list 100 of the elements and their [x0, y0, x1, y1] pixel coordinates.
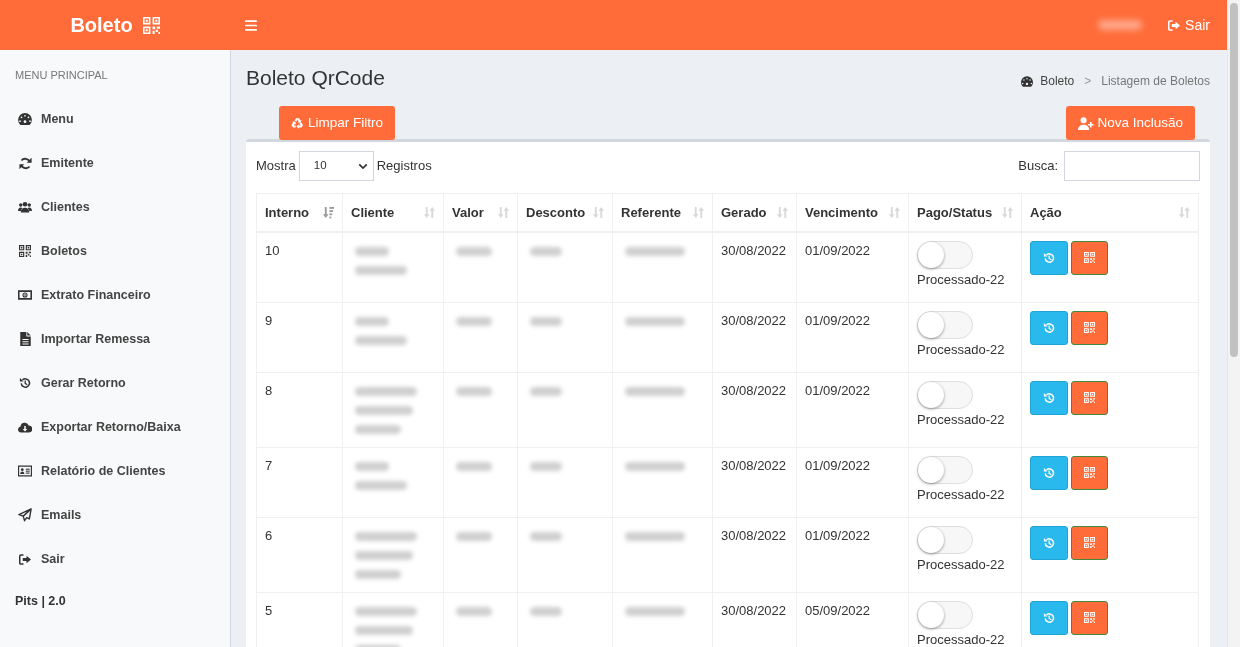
breadcrumb-current: Listagem de Boletos [1101, 73, 1210, 90]
qr-code-icon [1084, 612, 1095, 623]
history-icon [1043, 611, 1055, 624]
document-icon [19, 332, 31, 346]
table-cell: 30/08/2022 [712, 517, 797, 592]
sidebar-item[interactable]: Relatório de Clientes [0, 449, 230, 493]
status-text: Processado-22 [917, 411, 1006, 428]
column-header[interactable]: Interno [256, 193, 343, 232]
paper-plane-icon [18, 508, 32, 522]
history-button[interactable] [1030, 240, 1068, 275]
column-header[interactable]: Desconto [517, 193, 613, 232]
table-cell: 5 [256, 592, 343, 647]
history-button[interactable] [1030, 455, 1068, 490]
gauge-icon [1021, 75, 1034, 87]
status-text: Processado-22 [917, 486, 1006, 503]
column-header[interactable]: Pago/Status [908, 193, 1022, 232]
sidebar-item[interactable]: Importar Remessa [0, 317, 230, 361]
column-header[interactable]: Referente [612, 193, 713, 232]
table-cell: 30/08/2022 [712, 231, 797, 302]
qr-code-icon [1084, 392, 1095, 403]
sidebar-item[interactable]: Emitente [0, 141, 230, 185]
qr-code-button[interactable] [1071, 525, 1108, 560]
table-cell: 7 [256, 447, 343, 517]
page-size-select[interactable]: 10 [298, 151, 374, 181]
toggle-switch[interactable] [917, 240, 973, 269]
search-label: Busca: [1018, 157, 1058, 176]
sidebar-item[interactable]: Gerar Retorno [0, 361, 230, 405]
history-button[interactable] [1030, 600, 1068, 635]
column-header[interactable]: Gerado [712, 193, 797, 232]
history-icon [1043, 466, 1055, 479]
table-cell: 01/09/2022 [796, 447, 909, 517]
sidebar-item[interactable]: Emails [0, 493, 230, 537]
qr-code-icon [142, 16, 160, 34]
section-heading: MENU PRINCIPAL [15, 69, 108, 81]
gauge-icon [18, 113, 32, 125]
qr-code-icon [19, 245, 31, 257]
toggle-switch[interactable] [917, 525, 973, 554]
table-cell: 01/09/2022 [796, 231, 909, 302]
status-text: Processado-22 [917, 341, 1006, 358]
menu-button[interactable] [245, 19, 257, 31]
sidebar-item[interactable]: Clientes [0, 185, 230, 229]
history-icon [19, 377, 31, 389]
qr-code-button[interactable] [1071, 310, 1108, 345]
column-header[interactable]: Valor [443, 193, 518, 232]
sidebar-item[interactable]: Boletos [0, 229, 230, 273]
sidebar-item[interactable]: Exportar Retorno/Baixa [0, 405, 230, 449]
history-button[interactable] [1030, 525, 1068, 560]
sign-out-icon [1168, 19, 1181, 31]
sidebar-item[interactable]: Extrato Financeiro [0, 273, 230, 317]
table-cell: 30/08/2022 [712, 372, 797, 447]
breadcrumb-separator: > [1083, 73, 1093, 90]
scrollbar-track[interactable] [1227, 0, 1240, 647]
qr-code-button[interactable] [1071, 455, 1108, 490]
cloud-download-icon [18, 421, 32, 433]
table-cell: 30/08/2022 [712, 302, 797, 372]
qr-code-button[interactable] [1071, 600, 1108, 635]
table-cell: 8 [256, 372, 343, 447]
toggle-switch[interactable] [917, 455, 973, 484]
history-button[interactable] [1030, 310, 1068, 345]
sidebar-item[interactable]: Sair [0, 537, 230, 581]
table-cell: 10 [256, 231, 343, 302]
sign-out-icon [19, 553, 31, 565]
version-label: Pits | 2.0 [15, 592, 66, 610]
qr-code-button[interactable] [1071, 380, 1108, 415]
breadcrumb-link[interactable]: Boleto [1040, 72, 1075, 90]
scrollbar-thumb[interactable] [1230, 3, 1238, 357]
table-cell: 9 [256, 302, 343, 372]
column-header[interactable]: Vencimento [796, 193, 909, 232]
id-card-icon [18, 465, 32, 477]
user-plus-icon [1078, 116, 1095, 130]
status-text: Processado-22 [917, 271, 1006, 288]
history-icon [1043, 321, 1055, 334]
status-text: Processado-22 [917, 631, 1006, 647]
qr-code-button[interactable] [1071, 240, 1108, 275]
qr-code-icon [1084, 252, 1095, 263]
page-title: Boleto QrCode [246, 65, 385, 91]
banknote-icon [18, 290, 32, 300]
table-cell: 01/09/2022 [796, 302, 909, 372]
qr-code-icon [1084, 322, 1095, 333]
status-text: Processado-22 [917, 556, 1006, 573]
records-label: Registros [376, 157, 432, 176]
table-cell: 01/09/2022 [796, 517, 909, 592]
table-cell: 01/09/2022 [796, 372, 909, 447]
chevron-down-icon [357, 162, 368, 170]
history-icon [1043, 251, 1055, 264]
column-header[interactable]: Cliente [342, 193, 444, 232]
sidebar-item[interactable]: Menu [0, 97, 230, 141]
table-cell: 6 [256, 517, 343, 592]
column-header[interactable]: Ação [1021, 193, 1199, 232]
show-label: Mostra [256, 157, 296, 176]
toggle-switch[interactable] [917, 310, 973, 339]
toggle-switch[interactable] [917, 600, 973, 629]
toggle-switch[interactable] [917, 380, 973, 409]
history-button[interactable] [1030, 380, 1068, 415]
sync-icon [18, 156, 32, 170]
search-field[interactable] [1064, 151, 1200, 181]
recycle-icon [291, 116, 304, 130]
users-icon [18, 201, 32, 213]
history-icon [1043, 391, 1055, 404]
qr-code-icon [1084, 537, 1095, 548]
